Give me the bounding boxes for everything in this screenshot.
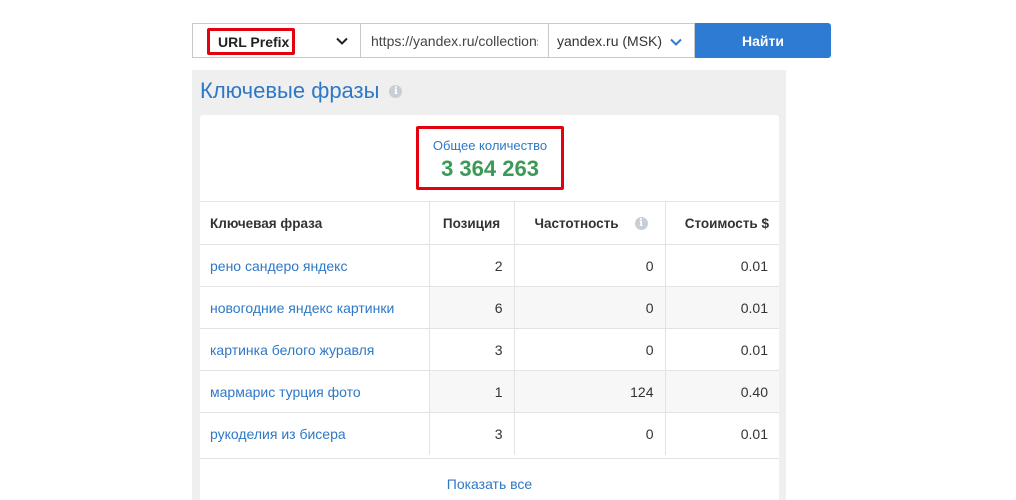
column-header-frequency-label: Частотность	[534, 215, 619, 231]
position-cell: 3	[428, 412, 514, 455]
chevron-down-icon	[670, 38, 682, 46]
cost-cell: 0.01	[664, 328, 779, 371]
frequency-cell: 0	[513, 412, 665, 455]
position-cell: 3	[428, 328, 514, 371]
region-select[interactable]: yandex.ru (MSK)	[549, 23, 695, 58]
keyword-link[interactable]: мармарис турция фото	[200, 370, 429, 413]
find-button[interactable]: Найти	[695, 23, 831, 58]
search-mode-select[interactable]: URL Prefix	[192, 23, 361, 58]
search-mode-value: URL Prefix	[207, 28, 295, 55]
search-bar: URL Prefix yandex.ru (MSK) Найти	[192, 23, 831, 58]
cost-cell: 0.01	[664, 412, 779, 455]
keywords-panel: Ключевые фразы i Общее количество 3 364 …	[192, 70, 786, 500]
column-header-frequency[interactable]: Частотность i	[513, 201, 665, 245]
frequency-cell: 0	[513, 286, 665, 329]
keyword-link[interactable]: рукоделия из бисера	[200, 412, 429, 455]
keyword-link[interactable]: картинка белого журавля	[200, 328, 429, 371]
region-value: yandex.ru (MSK)	[557, 32, 663, 49]
frequency-cell: 0	[513, 328, 665, 371]
total-label: Общее количество	[432, 138, 548, 153]
total-count: Общее количество 3 364 263	[416, 126, 564, 190]
column-header-phrase[interactable]: Ключевая фраза	[200, 201, 429, 245]
table-row: рукоделия из бисера 3 0 0.01	[200, 412, 779, 455]
total-value: 3 364 263	[441, 156, 539, 181]
position-cell: 2	[428, 244, 514, 287]
url-input[interactable]	[361, 23, 549, 58]
position-cell: 1	[428, 370, 514, 413]
show-all-link[interactable]: Показать все	[200, 458, 779, 500]
table-row: рено сандеро яндекс 2 0 0.01	[200, 244, 779, 287]
info-icon[interactable]: i	[389, 84, 403, 98]
table-row: мармарис турция фото 1 124 0.40	[200, 370, 779, 413]
panel-title: Ключевые фразы i	[200, 78, 403, 104]
keyword-link[interactable]: новогодние яндекс картинки	[200, 286, 429, 329]
keywords-card: Общее количество 3 364 263 Ключевая фраз…	[200, 115, 779, 500]
keyword-link[interactable]: рено сандеро яндекс	[200, 244, 429, 287]
cost-cell: 0.01	[664, 286, 779, 329]
keywords-table: Ключевая фраза Позиция Частотность i Стои…	[200, 201, 779, 455]
table-row: новогодние яндекс картинки 6 0 0.01	[200, 286, 779, 329]
position-cell: 6	[428, 286, 514, 329]
cost-cell: 0.40	[664, 370, 779, 413]
table-row: картинка белого журавля 3 0 0.01	[200, 328, 779, 371]
column-header-cost[interactable]: Стоимость $	[664, 201, 779, 245]
cost-cell: 0.01	[664, 244, 779, 287]
panel-title-text: Ключевые фразы	[200, 78, 380, 103]
table-header-row: Ключевая фраза Позиция Частотность i Стои…	[200, 201, 779, 245]
chevron-down-icon	[336, 37, 348, 45]
frequency-cell: 0	[513, 244, 665, 287]
info-icon[interactable]: i	[634, 217, 648, 230]
frequency-cell: 124	[513, 370, 665, 413]
column-header-position[interactable]: Позиция	[428, 201, 514, 245]
